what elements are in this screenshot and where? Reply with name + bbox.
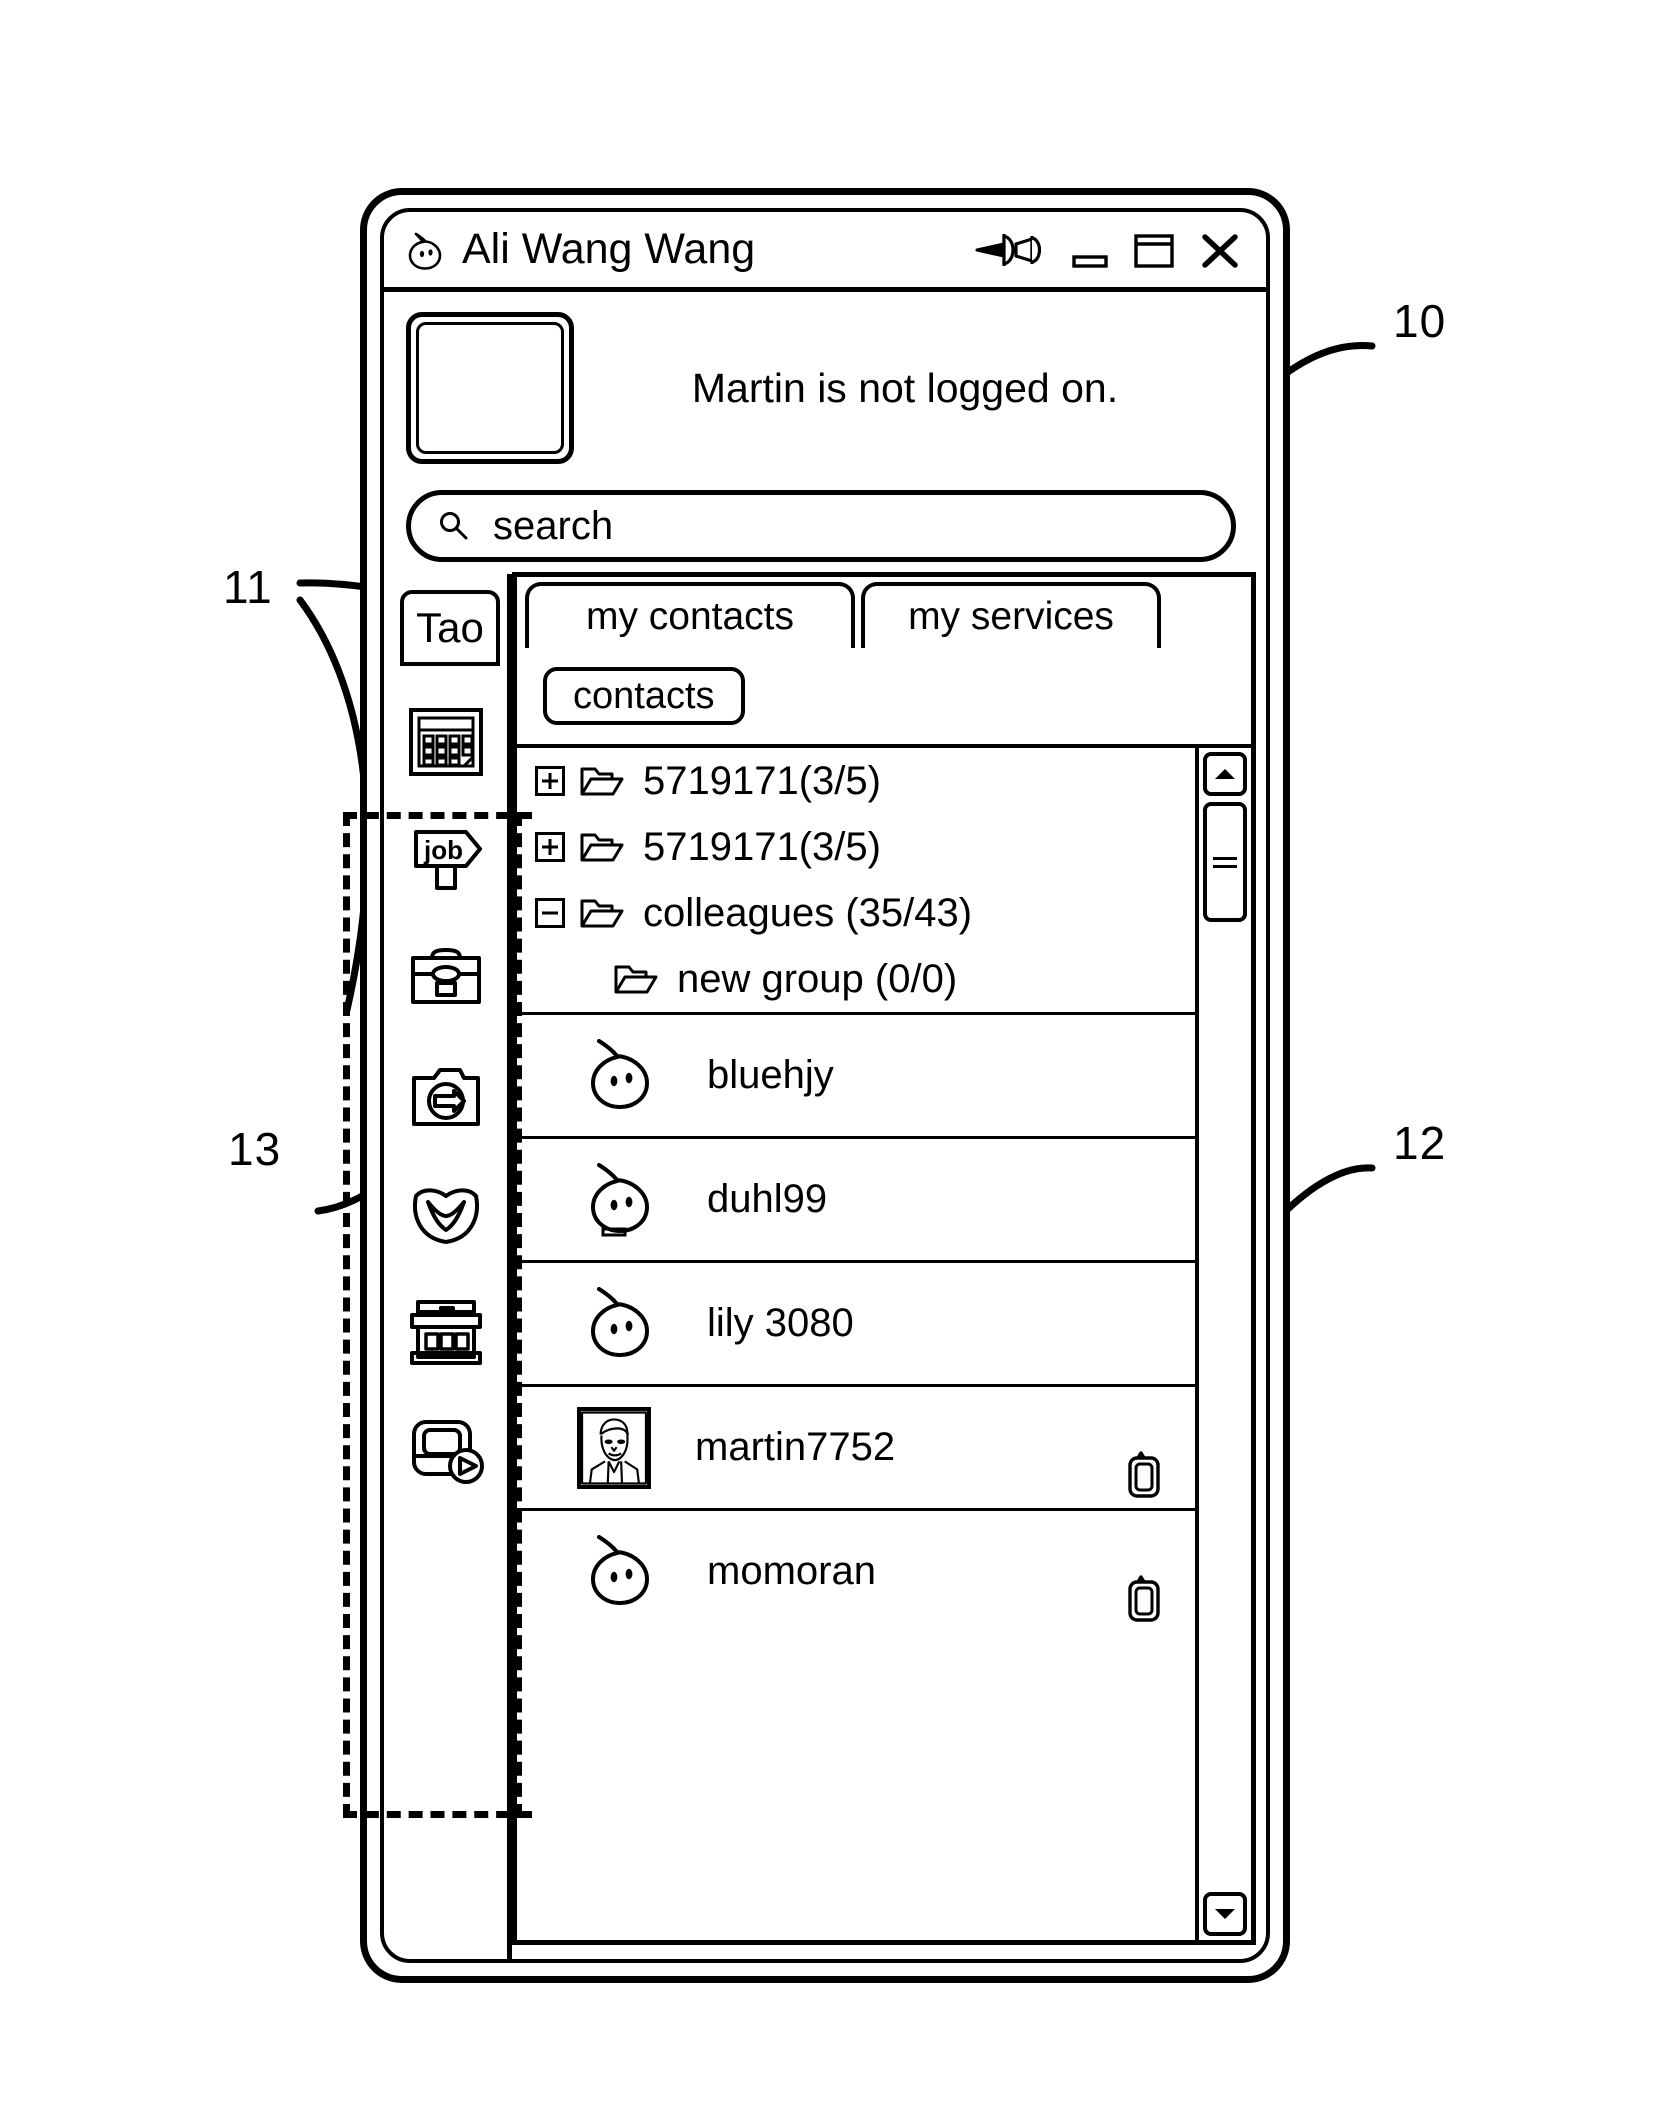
wangwang-head-icon — [408, 232, 442, 270]
tree-label: 5719171(3/5) — [643, 758, 881, 803]
ref-number-13: 13 — [228, 1123, 282, 1175]
folder-open-icon — [580, 767, 624, 796]
contact-name: bluehjy — [707, 1053, 834, 1097]
contact-name: momoran — [707, 1549, 876, 1593]
tree-label: colleagues (35/43) — [643, 890, 973, 935]
list-item[interactable]: lily 3080 — [517, 1260, 1195, 1384]
sidebar-rail: Tao job — [384, 574, 512, 1959]
scroll-up-button[interactable] — [1203, 752, 1247, 796]
tree-row[interactable]: colleagues (35/43) — [517, 880, 1195, 946]
shield-badge-icon[interactable] — [404, 1172, 488, 1256]
triangle-up-icon — [1215, 769, 1235, 779]
triangle-down-icon — [1215, 1909, 1235, 1919]
tree-row[interactable]: 5719171(3/5) — [517, 748, 1195, 814]
title-bar: Ali Wang Wang — [384, 212, 1266, 292]
folder-exchange-icon[interactable] — [404, 1054, 488, 1138]
svg-text:job: job — [423, 835, 463, 865]
folder-open-icon — [614, 965, 658, 994]
maximize-icon[interactable] — [1130, 227, 1178, 273]
folder-open-icon — [580, 899, 624, 928]
briefcase-icon[interactable] — [404, 936, 488, 1020]
mobile-phone-icon — [1128, 1451, 1160, 1498]
minimize-icon[interactable] — [1068, 227, 1112, 273]
photo-portrait-icon — [577, 1406, 651, 1489]
close-icon[interactable] — [1196, 227, 1244, 273]
contact-name: duhl99 — [707, 1177, 828, 1221]
subtab-contacts[interactable]: contacts — [543, 667, 745, 725]
list-item[interactable]: momoran — [517, 1508, 1195, 1632]
window-title: Ali Wang Wang — [462, 225, 756, 273]
avatar[interactable] — [406, 312, 574, 464]
grip-lines-icon — [1213, 856, 1237, 860]
mobile-phone-icon — [1128, 1575, 1160, 1622]
calculator-icon[interactable] — [404, 700, 488, 784]
status-message: Martin is not logged on. — [691, 364, 1119, 411]
contact-name: lily 3080 — [707, 1301, 854, 1345]
device-frame: Ali Wang Wang Martin is not logged on. s… — [360, 188, 1290, 1983]
ref-number-11: 11 — [223, 561, 273, 613]
vertical-scrollbar[interactable] — [1195, 748, 1251, 1940]
expander-plus-icon[interactable] — [535, 766, 565, 796]
search-input[interactable]: search — [406, 490, 1236, 562]
search-icon — [440, 512, 468, 540]
tree-label: 5719171(3/5) — [643, 824, 881, 869]
search-placeholder: search — [493, 503, 614, 548]
expander-minus-icon[interactable] — [535, 898, 565, 928]
grip-lines-icon — [1213, 864, 1237, 868]
storefront-icon[interactable] — [404, 1290, 488, 1374]
tree-label: new group (0/0) — [677, 956, 958, 1001]
wangwang-head-icon — [590, 1534, 650, 1605]
scrollbar-thumb[interactable] — [1203, 802, 1247, 922]
scroll-down-button[interactable] — [1203, 1892, 1247, 1936]
expander-plus-icon[interactable] — [535, 832, 565, 862]
contact-name: martin7752 — [695, 1425, 896, 1469]
wangwang-head-icon — [590, 1038, 650, 1109]
contact-list-region: 5719171(3/5) 5719171(3/5) colleagues (35… — [512, 744, 1256, 1945]
media-player-icon[interactable] — [404, 1408, 488, 1492]
tab-bar: my contacts my services — [512, 572, 1256, 648]
tab-my-services[interactable]: my services — [861, 582, 1161, 648]
list-item[interactable]: martin7752 — [517, 1384, 1195, 1508]
list-item[interactable]: bluehjy — [517, 1012, 1195, 1136]
sidebar-icon-list: job — [384, 684, 507, 1492]
application-window: Ali Wang Wang Martin is not logged on. s… — [380, 208, 1270, 1963]
tab-my-contacts[interactable]: my contacts — [525, 582, 855, 648]
job-signpost-icon[interactable]: job — [404, 818, 488, 902]
pin-icon[interactable] — [974, 227, 1050, 273]
contact-list: 5719171(3/5) 5719171(3/5) colleagues (35… — [517, 748, 1195, 1940]
tree-row[interactable]: new group (0/0) — [517, 946, 1195, 1012]
wangwang-head-icon — [590, 1162, 650, 1236]
folder-open-icon — [580, 833, 624, 862]
tree-row[interactable]: 5719171(3/5) — [517, 814, 1195, 880]
wangwang-head-icon — [590, 1286, 650, 1357]
list-item[interactable]: duhl99 — [517, 1136, 1195, 1260]
title-bar-actions — [974, 227, 1250, 273]
sidebar-brand-tao[interactable]: Tao — [400, 590, 500, 666]
subtab-bar: contacts — [512, 648, 1256, 744]
ref-number-10: 10 — [1393, 295, 1447, 347]
ref-number-12: 12 — [1393, 1117, 1447, 1169]
status-area: Martin is not logged on. — [384, 292, 1266, 484]
